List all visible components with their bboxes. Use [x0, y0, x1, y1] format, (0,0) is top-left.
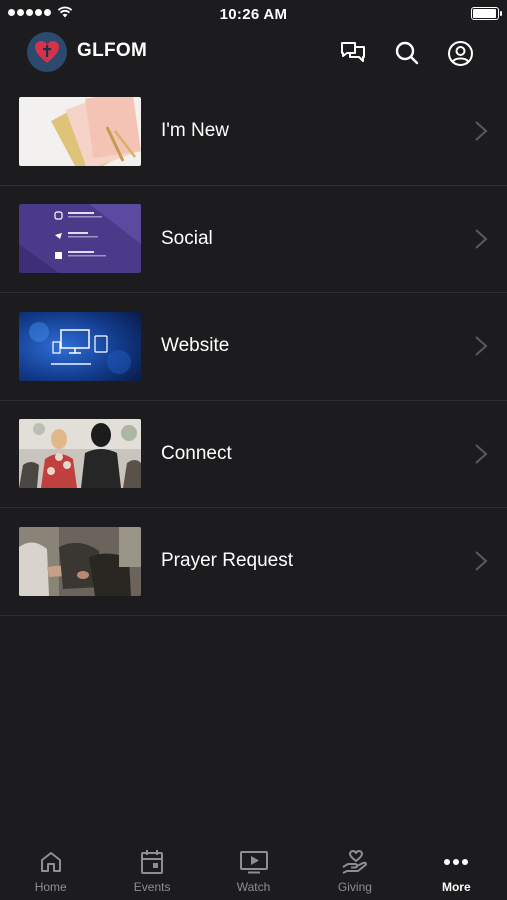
status-time: 10:26 AM [219, 5, 288, 23]
heart-cross-logo-icon [35, 41, 59, 63]
chevron-right-icon [475, 229, 488, 249]
video-icon [239, 848, 268, 876]
app-header: GLFOM [0, 30, 507, 76]
calendar-icon [138, 848, 166, 876]
connect-thumbnail [19, 419, 141, 489]
social-thumbnail [19, 204, 141, 274]
status-left [8, 6, 73, 18]
tab-label: Giving [337, 880, 372, 894]
tab-events[interactable]: Events [101, 840, 202, 900]
profile-icon[interactable] [446, 39, 474, 67]
menu-item-social[interactable]: Social [0, 186, 507, 293]
website-thumbnail [19, 311, 141, 381]
menu-item-label: Prayer Request [161, 550, 294, 572]
chevron-right-icon [475, 121, 488, 141]
tab-more[interactable]: More [406, 840, 507, 900]
chat-icon[interactable] [339, 39, 367, 67]
chevron-right-icon [475, 444, 488, 464]
home-icon [37, 848, 65, 876]
tab-home[interactable]: Home [0, 840, 101, 900]
status-bar: 10:26 AM [0, 0, 507, 28]
menu-item-label: Website [161, 335, 230, 357]
prayer-thumbnail [19, 526, 141, 596]
tab-label: Events [133, 880, 171, 894]
tab-label: More [441, 880, 471, 894]
tab-watch[interactable]: Watch [203, 840, 304, 900]
wifi-icon [57, 6, 73, 18]
menu-item-prayer-request[interactable]: Prayer Request [0, 508, 507, 616]
menu-item-label: Connect [161, 442, 232, 464]
menu-item-im-new[interactable]: I'm New [0, 78, 507, 186]
menu-item-website[interactable]: Website [0, 293, 507, 401]
notebooks-thumbnail [19, 96, 141, 166]
tab-label: Home [34, 880, 67, 894]
app-title: GLFOM [77, 40, 148, 61]
app-logo[interactable] [27, 32, 67, 72]
chevron-right-icon [475, 551, 488, 571]
more-icon [442, 848, 470, 876]
search-icon[interactable] [393, 39, 421, 67]
menu-item-connect[interactable]: Connect [0, 401, 507, 508]
tab-giving[interactable]: Giving [304, 840, 405, 900]
signal-dots-icon [8, 8, 51, 16]
menu-item-label: Social [161, 227, 213, 249]
chevron-right-icon [475, 336, 488, 356]
battery-icon [471, 7, 502, 20]
menu-item-label: I'm New [161, 120, 230, 142]
tab-label: Watch [236, 880, 271, 894]
giving-icon [341, 848, 369, 876]
tab-bar: Home Events Watch Giving More [0, 840, 507, 900]
menu-list: I'm New Social Website Connect Prayer Re… [0, 78, 507, 616]
